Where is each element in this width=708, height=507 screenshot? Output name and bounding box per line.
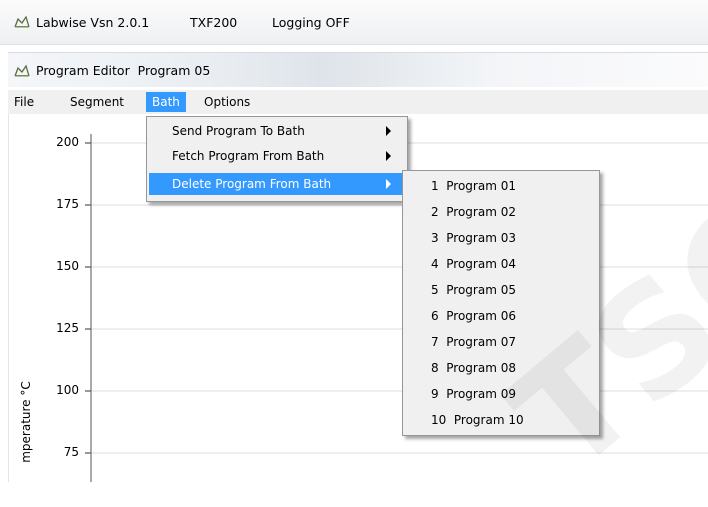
delete-program-label: Delete Program From Bath (172, 177, 332, 191)
delete-program-7-item[interactable]: 7 Program 07 (405, 329, 597, 355)
y-tick-label: 175 (56, 197, 79, 211)
submenu-arrow-icon (386, 126, 391, 136)
menu-bath[interactable]: Bath (146, 92, 186, 112)
submenu-item-label: 1 Program 01 (431, 179, 516, 193)
submenu-item-label: 6 Program 06 (431, 309, 516, 323)
y-axis-label: mperature °C (19, 381, 33, 463)
fetch-program-from-bath-item[interactable]: Fetch Program From Bath (149, 145, 405, 167)
submenu-item-label: 7 Program 07 (431, 335, 516, 349)
delete-program-5-item[interactable]: 5 Program 05 (405, 277, 597, 303)
delete-program-6-item[interactable]: 6 Program 06 (405, 303, 597, 329)
send-program-to-bath-item[interactable]: Send Program To Bath (149, 120, 405, 142)
y-tick-label: 150 (56, 259, 79, 273)
delete-program-9-item[interactable]: 9 Program 09 (405, 381, 597, 407)
labwise-app-icon (14, 15, 30, 28)
delete-program-8-item[interactable]: 8 Program 08 (405, 355, 597, 381)
delete-program-2-item[interactable]: 2 Program 02 (405, 199, 597, 225)
app-titlebar: Labwise Vsn 2.0.1 TXF200 Logging OFF (0, 0, 708, 45)
delete-program-from-bath-item[interactable]: Delete Program From Bath (149, 173, 405, 195)
app-title: Labwise Vsn 2.0.1 (36, 15, 150, 30)
send-program-label: Send Program To Bath (172, 124, 305, 138)
logging-status[interactable]: Logging OFF (272, 15, 350, 30)
submenu-arrow-icon (386, 179, 391, 189)
delete-program-3-item[interactable]: 3 Program 03 (405, 225, 597, 251)
fetch-program-label: Fetch Program From Bath (172, 149, 325, 163)
submenu-item-label: 9 Program 09 (431, 387, 516, 401)
y-tick-label: 100 (56, 383, 79, 397)
y-tick-label: 200 (56, 135, 79, 149)
delete-program-4-item[interactable]: 4 Program 04 (405, 251, 597, 277)
device-name: TXF200 (190, 15, 238, 30)
delete-program-1-item[interactable]: 1 Program 01 (405, 173, 597, 199)
submenu-item-label: 4 Program 04 (431, 257, 516, 271)
menu-options[interactable]: Options (198, 92, 256, 112)
y-tick-label: 125 (56, 321, 79, 335)
delete-program-submenu: 1 Program 01 2 Program 02 3 Program 03 4 Pr… (402, 170, 600, 436)
submenu-item-label: 5 Program 05 (431, 283, 516, 297)
menu-segment[interactable]: Segment (64, 92, 130, 112)
submenu-item-label: 10 Program 10 (431, 413, 524, 427)
bath-menu: Send Program To Bath Fetch Program From … (146, 116, 408, 202)
submenu-item-label: 3 Program 03 (431, 231, 516, 245)
editor-titlebar: Program Editor Program 05 (8, 52, 708, 87)
editor-title: Program Editor Program 05 (36, 63, 211, 78)
submenu-item-label: 2 Program 02 (431, 205, 516, 219)
submenu-item-label: 8 Program 08 (431, 361, 516, 375)
submenu-arrow-icon (386, 151, 391, 161)
delete-program-10-item[interactable]: 10 Program 10 (405, 407, 597, 433)
y-tick-label: 75 (63, 445, 79, 459)
menu-file[interactable]: File (8, 92, 40, 112)
program-editor-icon (14, 64, 30, 77)
menubar: File Segment Bath Options (8, 90, 708, 115)
